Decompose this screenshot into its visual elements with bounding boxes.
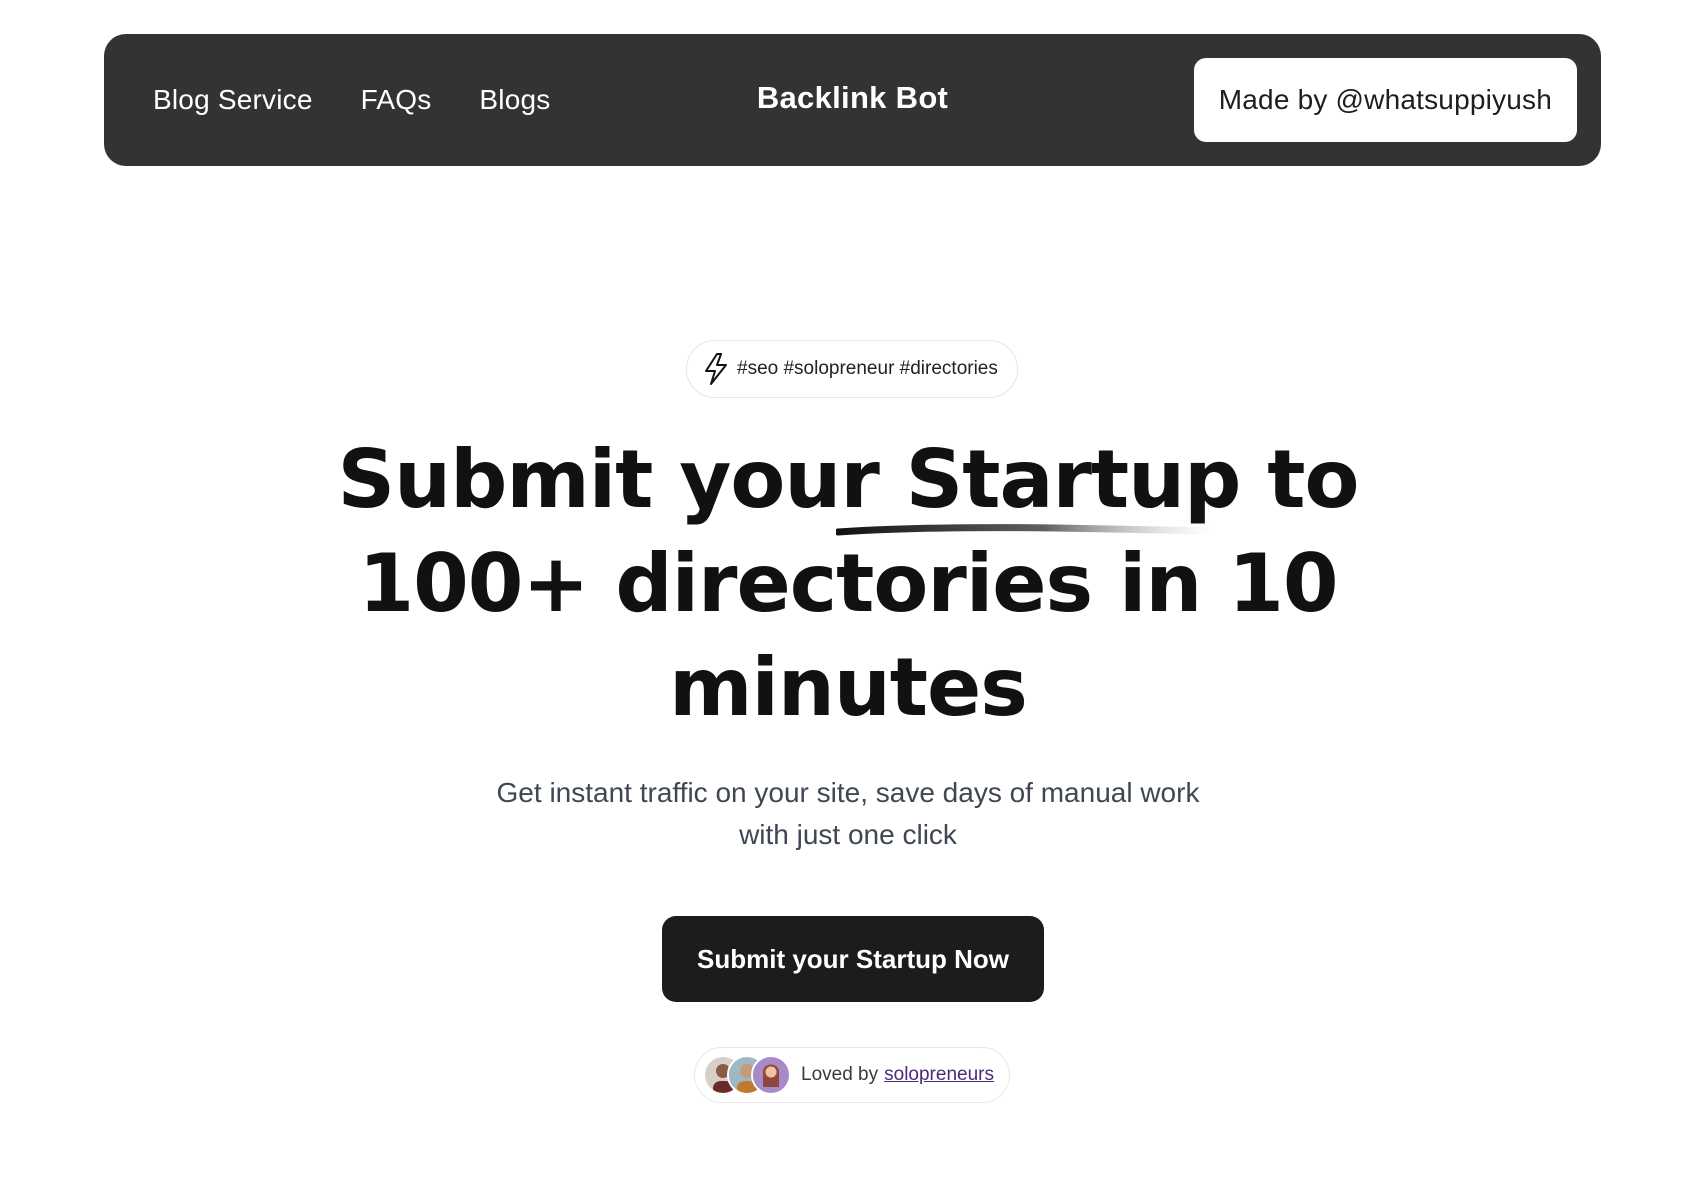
nav-link-faqs[interactable]: FAQs <box>361 84 432 116</box>
loved-by-badge: Loved by solopreneurs <box>694 1047 1010 1103</box>
brush-underline-decoration <box>836 524 1216 536</box>
avatar <box>751 1055 791 1095</box>
avatar-group <box>703 1055 791 1095</box>
nav-link-blogs[interactable]: Blogs <box>479 84 550 116</box>
hero-subtitle-line-2: with just one click <box>739 819 957 850</box>
tags-text: #seo #solopreneur #directories <box>737 358 998 379</box>
nav-link-blog-service[interactable]: Blog Service <box>153 84 313 116</box>
top-navbar: Blog Service FAQs Blogs Backlink Bot Mad… <box>104 34 1601 166</box>
hero-subtitle: Get instant traffic on your site, save d… <box>440 772 1256 856</box>
loved-by-label: Loved by <box>801 1064 879 1085</box>
solopreneurs-link[interactable]: solopreneurs <box>884 1064 994 1086</box>
tags-badge: #seo #solopreneur #directories <box>686 340 1018 398</box>
hero-subtitle-line-1: Get instant traffic on your site, save d… <box>496 777 1200 808</box>
hero-headline: Submit your Startup to 100+ directories … <box>337 433 1360 734</box>
nav-links: Blog Service FAQs Blogs <box>153 34 550 166</box>
page: Blog Service FAQs Blogs Backlink Bot Mad… <box>0 0 1696 1185</box>
submit-startup-button[interactable]: Submit your Startup Now <box>662 916 1044 1002</box>
lightning-bolt-icon <box>703 352 729 386</box>
made-by-button[interactable]: Made by @whatsuppiyush <box>1193 58 1577 142</box>
